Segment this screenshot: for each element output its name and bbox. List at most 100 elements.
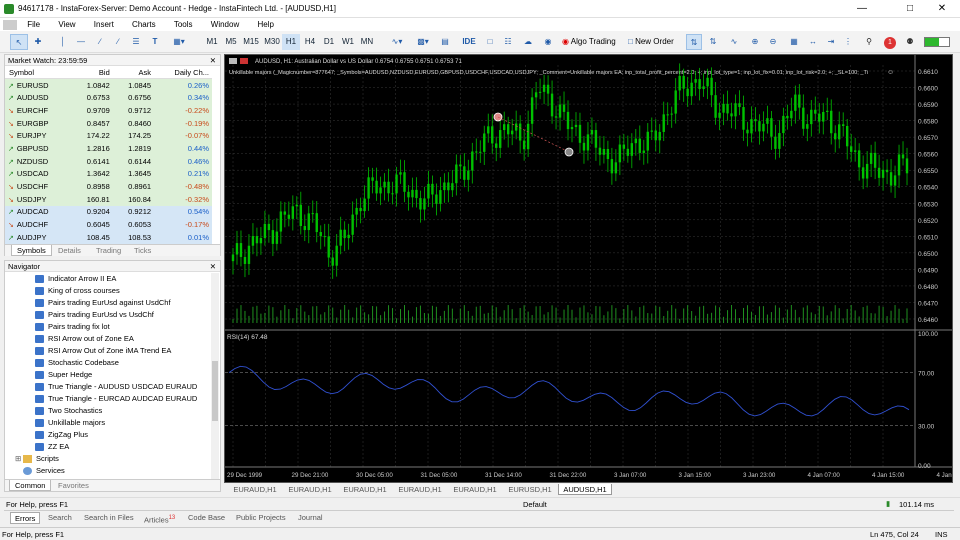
navigator-item[interactable]: Pairs trading EurUsd against UsdChf <box>35 297 171 309</box>
table-row[interactable]: ↗ USDCAD 1.3642 1.3645 0.21% <box>5 167 212 181</box>
zoom-out-chart-icon[interactable]: ▤ <box>438 34 452 50</box>
table-row[interactable]: ↘ EURGBP 0.8457 0.8460 -0.19% <box>5 116 212 130</box>
table-row[interactable]: ↘ USDJPY 160.81 160.84 -0.32% <box>5 192 212 206</box>
trendline-icon[interactable]: ∕ <box>92 34 108 50</box>
channel-icon[interactable]: ∕ <box>110 34 126 50</box>
templates-icon[interactable]: ▩▾ <box>412 34 434 50</box>
navigator-item[interactable]: Pairs trading EurUsd vs UsdChf <box>35 309 154 321</box>
chart-tab[interactable]: EURAUD,H1 <box>228 484 282 495</box>
ide-button[interactable]: IDE <box>458 34 480 50</box>
chart-tab[interactable]: EURAUD,H1 <box>338 484 392 495</box>
menu-charts[interactable]: Charts <box>124 18 164 31</box>
close-button[interactable]: ✕ <box>930 2 954 16</box>
menu-tools[interactable]: Tools <box>166 18 201 31</box>
algo-trading-button[interactable]: ◉ Algo Trading <box>562 34 626 50</box>
timeframe-mn[interactable]: MN <box>358 34 376 50</box>
menu-file[interactable]: File <box>19 18 48 31</box>
tab-favorites[interactable]: Favorites <box>53 480 94 491</box>
chart-tab[interactable]: EURAUD,H1 <box>283 484 337 495</box>
table-row[interactable]: ↘ EURJPY 174.22 174.25 -0.07% <box>5 129 212 143</box>
horizontal-line-icon[interactable]: — <box>72 34 90 50</box>
timeframe-w1[interactable]: W1 <box>339 34 357 50</box>
price-chart[interactable]: 0.6610 0.6600 0.6590 0.6580 0.6570 0.6560 0.65… <box>224 54 960 483</box>
text-tool-icon[interactable]: T <box>148 34 162 50</box>
chart-tab[interactable]: EURAUD,H1 <box>448 484 502 495</box>
toolbox-tab[interactable]: Journal <box>294 512 327 524</box>
crosshair-icon[interactable]: ✚ <box>30 34 46 50</box>
vertical-line-icon[interactable]: │ <box>56 34 70 50</box>
timeframe-d1[interactable]: D1 <box>320 34 338 50</box>
search-icon[interactable]: ⚲ <box>862 34 876 50</box>
table-row[interactable]: ↗ AUDCAD 0.9204 0.9212 0.54% <box>5 205 212 219</box>
navigator-item[interactable]: ZZ EA <box>35 441 69 453</box>
market-icon[interactable]: □ <box>482 34 498 50</box>
shapes-icon[interactable]: ▦▾ <box>166 34 192 50</box>
tab-details[interactable]: Details <box>53 245 86 256</box>
menu-view[interactable]: View <box>50 18 83 31</box>
timeframe-m30[interactable]: M30 <box>262 34 282 50</box>
column-header[interactable]: Symbol <box>5 66 72 80</box>
navigator-item[interactable]: RSI Arrow out of Zone EA <box>35 333 134 345</box>
navigator-folder[interactable]: ⊞ Scripts <box>15 453 59 465</box>
table-row[interactable]: ↘ USDCHF 0.8958 0.8961 -0.48% <box>5 180 212 193</box>
timeframe-m5[interactable]: M5 <box>222 34 240 50</box>
table-row[interactable]: ↗ AUDUSD 0.6753 0.6756 0.34% <box>5 91 212 105</box>
navigator-item[interactable]: King of cross courses <box>35 285 120 297</box>
depth-of-market-icon[interactable]: ⇅ <box>686 34 702 50</box>
navigator-item[interactable]: True Triangle - AUDUSD USDCAD EURAUD <box>35 381 197 393</box>
autoscroll-icon[interactable]: ⇥ <box>824 34 838 50</box>
chart-tab[interactable]: EURAUD,H1 <box>393 484 447 495</box>
chart-canvas[interactable]: 0.6610 0.6600 0.6590 0.6580 0.6570 0.6560 0.65… <box>225 55 960 482</box>
scroll-chart-icon[interactable]: ↔ <box>806 34 820 50</box>
close-icon[interactable]: ✕ <box>210 261 216 272</box>
menu-window[interactable]: Window <box>203 18 247 31</box>
scrollbar-thumb[interactable] <box>212 361 218 421</box>
navigator-item[interactable]: Pairs trading fix lot <box>35 321 110 333</box>
chart-type-icon[interactable]: ∿▾ <box>386 34 408 50</box>
navigator-item[interactable]: Super Hedge <box>35 369 92 381</box>
table-row[interactable]: ↗ EURUSD 1.0842 1.0845 0.26% <box>5 78 212 92</box>
toolbar-more-icon[interactable]: ⋮ <box>842 34 854 50</box>
toolbox-tab[interactable]: Search in Files <box>80 512 138 524</box>
column-header[interactable]: Daily Ch... <box>154 66 212 80</box>
toolbox-tab[interactable]: Search <box>44 512 76 524</box>
navigator-item[interactable]: Indicator Arrow II EA <box>35 273 116 285</box>
table-row[interactable]: ↗ AUDJPY 108.45 108.53 0.01% <box>5 230 212 244</box>
chart-tab[interactable]: EURUSD,H1 <box>503 484 557 495</box>
zoom-in-icon[interactable]: ⊕ <box>748 34 762 50</box>
close-icon[interactable]: ✕ <box>210 55 216 66</box>
minimize-button[interactable]: — <box>850 2 874 16</box>
toolbox-tab[interactable]: Code Base <box>184 512 229 524</box>
account-icon[interactable]: ⚉ <box>904 34 916 50</box>
column-header[interactable]: Ask <box>112 66 155 80</box>
tab-trading[interactable]: Trading <box>91 245 126 256</box>
navigator-item[interactable]: ZigZag Plus <box>35 429 88 441</box>
expand-icon[interactable]: ⊞ <box>15 453 23 465</box>
timeframe-h1[interactable]: H1 <box>282 34 300 50</box>
trade-history-icon[interactable]: ⇅ <box>706 34 720 50</box>
chart-tab[interactable]: AUDUSD,H1 <box>558 484 612 495</box>
timeframe-h4[interactable]: H4 <box>301 34 319 50</box>
toolbox-tab[interactable]: Articles13 <box>140 512 179 525</box>
notifications-button[interactable]: 1 <box>880 34 900 50</box>
navigator-item[interactable]: Two Stochastics <box>35 405 102 417</box>
cloud-icon[interactable]: ☁ <box>520 34 536 50</box>
tab-common[interactable]: Common <box>9 480 52 491</box>
oscillator-icon[interactable]: ∿ <box>726 34 742 50</box>
new-order-button[interactable]: □ New Order <box>628 34 684 50</box>
toolbox-tab[interactable]: Errors <box>10 512 41 524</box>
tab-ticks[interactable]: Ticks <box>129 245 156 256</box>
cursor-icon[interactable]: ↖ <box>10 34 28 50</box>
timeframe-m15[interactable]: M15 <box>241 34 261 50</box>
table-row[interactable]: ↗ NZDUSD 0.6141 0.6144 0.46% <box>5 154 212 168</box>
toolbox-tab[interactable]: Public Projects <box>232 512 290 524</box>
column-header[interactable]: Bid <box>71 66 113 80</box>
navigator-item[interactable]: RSI Arrow Out of Zone iMA Trend EA <box>35 345 171 357</box>
table-row[interactable]: ↗ GBPUSD 1.2816 1.2819 0.44% <box>5 142 212 155</box>
timeframe-m1[interactable]: M1 <box>203 34 221 50</box>
navigator-item[interactable]: Stochastic Codebase <box>35 357 119 369</box>
vps-icon[interactable]: ◉ <box>540 34 556 50</box>
zoom-out-icon[interactable]: ⊖ <box>766 34 780 50</box>
table-row[interactable]: ↘ EURCHF 0.9709 0.9712 -0.22% <box>5 104 212 117</box>
navigator-item[interactable]: Unkillable majors <box>35 417 105 429</box>
